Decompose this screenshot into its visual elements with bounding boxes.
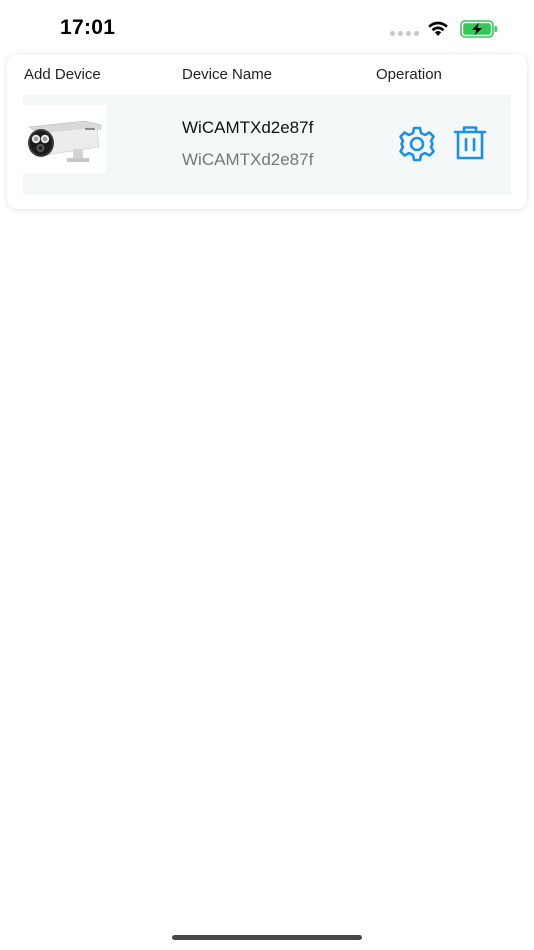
header-operation: Operation (376, 66, 442, 83)
camera-thumbnail[interactable] (23, 105, 106, 173)
cellular-signal-icon (390, 31, 419, 36)
gear-icon (399, 126, 435, 162)
home-indicator[interactable] (172, 935, 362, 940)
battery-charging-icon (460, 20, 497, 38)
header-device-name: Device Name (182, 66, 273, 83)
trash-icon (453, 126, 487, 160)
device-name: WiCAMTXd2e87f (182, 118, 314, 137)
status-time: 17:01 (60, 16, 116, 39)
delete-device-button[interactable] (453, 125, 487, 161)
status-bar: 17:01 (0, 0, 534, 56)
device-row[interactable]: WiCAMTXd2e87f WiCAMTXd2e87f (23, 95, 511, 195)
wifi-icon (428, 21, 448, 36)
bullet-camera-image (23, 105, 106, 173)
device-list-card: Add Device Device Name Operation WiCAMTX… (7, 54, 527, 209)
device-id: WiCAMTXd2e87f (182, 150, 314, 169)
header-add-device[interactable]: Add Device (24, 66, 101, 83)
device-settings-button[interactable] (398, 125, 436, 163)
